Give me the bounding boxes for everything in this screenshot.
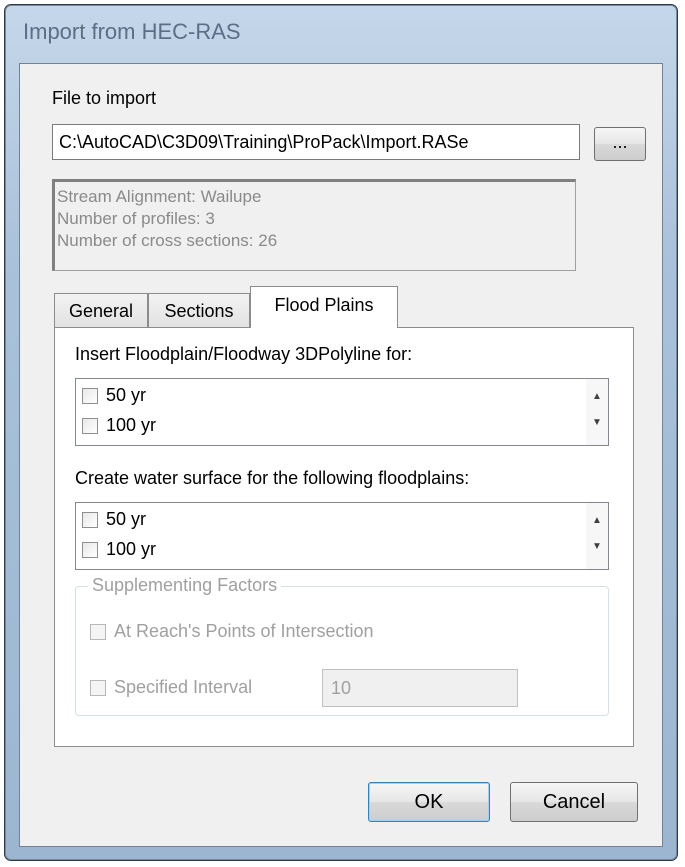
checkbox-100yr[interactable] [82,541,98,558]
list-item-label: 100 yr [106,415,157,435]
list-item[interactable]: 100 yr [82,539,156,560]
reach-intersection-label: At Reach's Points of Intersection [114,621,374,641]
scrollbar[interactable]: ▲ ▼ [586,379,608,445]
up-arrow-icon[interactable]: ▲ [592,391,602,402]
specified-interval-option[interactable]: Specified Interval [90,677,252,698]
supplementing-factors-group: Supplementing Factors At Reach's Points … [75,575,609,716]
insert-floodplain-list[interactable]: 50 yr 100 yr ▲ ▼ [75,378,609,446]
info-line-cross-sections: Number of cross sections: 26 [57,231,278,250]
list-item-label: 50 yr [106,385,147,405]
create-water-surface-label: Create water surface for the following f… [75,468,470,488]
up-arrow-icon[interactable]: ▲ [592,515,602,526]
dialog-client-area: File to import C:\AutoCAD\C3D09\Training… [19,63,663,847]
ok-button[interactable]: OK [368,782,490,822]
checkbox-reach-intersection[interactable] [90,623,106,640]
info-line-profiles: Number of profiles: 3 [57,209,215,228]
down-arrow-icon[interactable]: ▼ [592,541,602,552]
window-title: Import from HEC-RAS [23,19,241,44]
list-item[interactable]: 100 yr [82,415,156,436]
specified-interval-label: Specified Interval [114,677,253,697]
file-path-field[interactable]: C:\AutoCAD\C3D09\Training\ProPack\Import… [52,124,580,160]
list-item[interactable]: 50 yr [82,509,146,530]
tab-sections[interactable]: Sections [148,293,250,327]
list-item[interactable]: 50 yr [82,385,146,406]
info-line-stream-alignment: Stream Alignment: Wailupe [57,187,262,206]
insert-floodplain-label: Insert Floodplain/Floodway 3DPolyline fo… [75,344,413,364]
dialog-window: Import from HEC-RAS File to import C:\Au… [4,4,678,861]
down-arrow-icon[interactable]: ▼ [592,417,602,428]
scrollbar[interactable]: ▲ ▼ [586,503,608,569]
interval-input[interactable]: 10 [322,669,518,707]
checkbox-100yr[interactable] [82,417,98,434]
flood-plains-panel: Insert Floodplain/Floodway 3DPolyline fo… [54,327,634,747]
reach-intersection-option[interactable]: At Reach's Points of Intersection [90,621,374,642]
list-item-label: 50 yr [106,509,147,529]
tab-general[interactable]: General [54,293,148,327]
browse-button[interactable]: ... [594,127,646,161]
supplementing-factors-title: Supplementing Factors [88,575,282,596]
cancel-button[interactable]: Cancel [510,782,638,822]
checkbox-50yr[interactable] [82,511,98,528]
checkbox-specified-interval[interactable] [90,679,106,696]
file-to-import-label: File to import [52,88,157,108]
tab-flood-plains[interactable]: Flood Plains [250,286,398,328]
checkbox-50yr[interactable] [82,387,98,404]
import-info-box: Stream Alignment: Wailupe Number of prof… [52,179,576,271]
list-item-label: 100 yr [106,539,157,559]
water-surface-list[interactable]: 50 yr 100 yr ▲ ▼ [75,502,609,570]
